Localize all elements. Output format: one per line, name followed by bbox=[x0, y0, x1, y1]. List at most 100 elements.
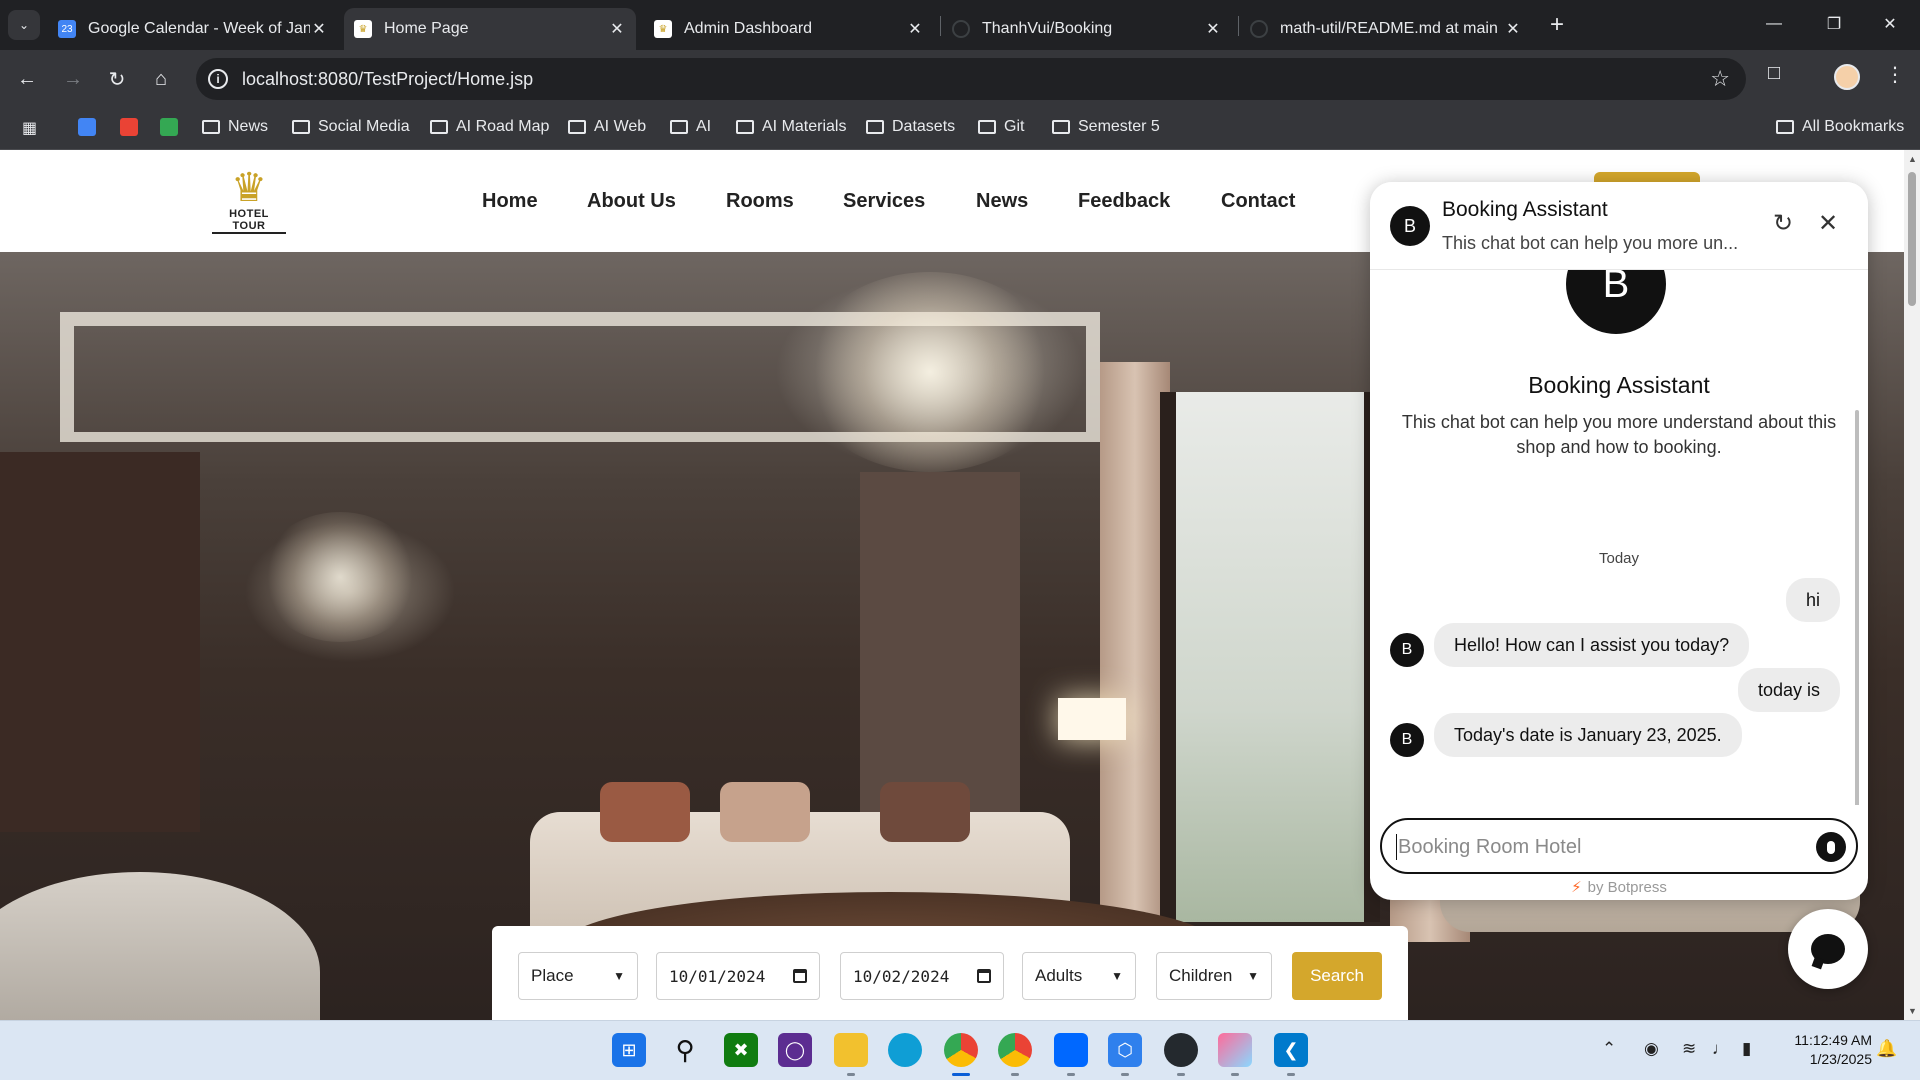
site-logo[interactable]: ♛ HOTEL TOUR bbox=[212, 168, 286, 234]
bookmark-label: AI bbox=[696, 118, 712, 135]
close-icon[interactable]: ✕ bbox=[608, 19, 626, 39]
system-clock[interactable]: 11:12:49 AM 1/23/2025 bbox=[1772, 1031, 1872, 1069]
home-button[interactable]: ⌂ bbox=[144, 62, 178, 96]
scroll-up-icon[interactable]: ▲ bbox=[1908, 154, 1917, 164]
cushion-illustration bbox=[600, 782, 690, 842]
bookmark-folder-datasets[interactable]: Datasets bbox=[866, 118, 955, 136]
tab-admin-dashboard[interactable]: ♛ Admin Dashboard ✕ bbox=[644, 8, 934, 50]
scroll-down-icon[interactable]: ▼ bbox=[1908, 1006, 1917, 1016]
refresh-icon[interactable]: ↻ bbox=[1768, 208, 1798, 238]
chat-scrollbar[interactable] bbox=[1855, 410, 1859, 805]
tab-search-button[interactable]: ⌄ bbox=[8, 10, 40, 40]
apps-grid-icon[interactable]: ▦ bbox=[22, 118, 37, 138]
bookmark-folder-semester-5[interactable]: Semester 5 bbox=[1052, 118, 1160, 136]
bookmark-folder-ai[interactable]: AI bbox=[670, 118, 711, 136]
restore-button[interactable]: ❐ bbox=[1804, 0, 1864, 48]
bookmark-folder-ai-materials[interactable]: AI Materials bbox=[736, 118, 846, 136]
volume-icon[interactable]: ♩ bbox=[1712, 1039, 1729, 1059]
chandelier-illustration bbox=[800, 272, 1060, 472]
profile-avatar[interactable] bbox=[1834, 64, 1860, 90]
microphone-tray-icon[interactable]: ◉ bbox=[1644, 1039, 1659, 1059]
children-select[interactable]: Children ▼ bbox=[1156, 952, 1272, 1000]
bot-avatar: B bbox=[1390, 633, 1424, 667]
chevron-up-icon[interactable]: ⌃ bbox=[1602, 1039, 1616, 1059]
search-icon[interactable]: ⚲ bbox=[668, 1033, 702, 1067]
chrome-icon[interactable] bbox=[944, 1033, 978, 1067]
close-icon[interactable]: ✕ bbox=[1813, 208, 1843, 238]
tab-home-page[interactable]: ♛ Home Page ✕ bbox=[344, 8, 636, 50]
nav-rooms[interactable]: Rooms bbox=[726, 190, 794, 213]
minimize-button[interactable]: — bbox=[1744, 0, 1804, 48]
new-tab-button[interactable]: + bbox=[1542, 10, 1572, 40]
bookmark-label: Git bbox=[1004, 118, 1025, 135]
file-explorer-icon[interactable] bbox=[834, 1033, 868, 1067]
tab-github-booking[interactable]: ThanhVui/Booking ✕ bbox=[942, 8, 1232, 50]
nav-contact[interactable]: Contact bbox=[1221, 190, 1295, 213]
windows-start-icon[interactable]: ⊞ bbox=[612, 1033, 646, 1067]
powered-by-botpress[interactable]: ⚡ by Botpress bbox=[1370, 878, 1868, 896]
chat-message-input[interactable]: Booking Room Hotel bbox=[1380, 818, 1858, 874]
zalo-icon[interactable] bbox=[1054, 1033, 1088, 1067]
forward-button[interactable]: → bbox=[56, 62, 90, 96]
bookmark-gmail[interactable] bbox=[120, 118, 138, 136]
bookmark-folder-ai-web[interactable]: AI Web bbox=[568, 118, 646, 136]
calendar-icon[interactable] bbox=[977, 969, 991, 983]
running-indicator bbox=[1231, 1073, 1239, 1076]
back-button[interactable]: ← bbox=[10, 62, 44, 96]
checkin-date-input[interactable]: 10/01/2024 bbox=[656, 952, 820, 1000]
chrome-profile-icon[interactable] bbox=[998, 1033, 1032, 1067]
nav-about-us[interactable]: About Us bbox=[587, 190, 676, 213]
close-icon[interactable]: ✕ bbox=[906, 19, 924, 39]
bookmark-folder-git[interactable]: Git bbox=[978, 118, 1024, 136]
wifi-icon[interactable]: ≋ bbox=[1682, 1039, 1696, 1059]
hex-app-icon[interactable]: ⬡ bbox=[1108, 1033, 1142, 1067]
menu-kebab-icon[interactable]: ⋮ bbox=[1885, 62, 1905, 87]
battery-icon[interactable]: ▮ bbox=[1742, 1039, 1751, 1059]
nav-feedback[interactable]: Feedback bbox=[1078, 190, 1170, 213]
bookmark-folder-social-media[interactable]: Social Media bbox=[292, 118, 410, 136]
user-message: hi bbox=[1785, 578, 1840, 622]
running-indicator bbox=[1287, 1073, 1295, 1076]
bookmark-folder-ai-road-map[interactable]: AI Road Map bbox=[430, 118, 549, 136]
close-icon[interactable]: ✕ bbox=[310, 19, 328, 39]
chat-toggle-button[interactable] bbox=[1788, 909, 1868, 989]
folder-icon bbox=[1052, 120, 1070, 134]
checkout-date-input[interactable]: 10/02/2024 bbox=[840, 952, 1004, 1000]
close-window-button[interactable]: ✕ bbox=[1860, 0, 1920, 48]
chat-header: B Booking Assistant This chat bot can he… bbox=[1370, 182, 1868, 270]
page-scrollbar[interactable]: ▲ ▼ bbox=[1904, 150, 1920, 1020]
tab-google-calendar[interactable]: 23 Google Calendar - Week of Jan ✕ bbox=[48, 8, 338, 50]
github-desktop-icon[interactable] bbox=[1164, 1033, 1198, 1067]
bookmark-star-icon[interactable]: ☆ bbox=[1710, 66, 1730, 92]
nav-services[interactable]: Services bbox=[843, 190, 925, 213]
bot-description: This chat bot can help you more understa… bbox=[1401, 412, 1837, 457]
tab-github-math-util[interactable]: math-util/README.md at main ✕ bbox=[1240, 8, 1532, 50]
scrollbar-thumb[interactable] bbox=[1908, 172, 1916, 306]
terminal-icon[interactable]: ◯ bbox=[778, 1033, 812, 1067]
close-icon[interactable]: ✕ bbox=[1204, 19, 1222, 39]
chat-header-subtitle: This chat bot can help you more un... bbox=[1442, 233, 1739, 253]
bookmark-drive[interactable] bbox=[160, 118, 178, 136]
logo-text: HOTEL TOUR bbox=[212, 208, 286, 234]
edge-icon[interactable] bbox=[888, 1033, 922, 1067]
close-icon[interactable]: ✕ bbox=[1504, 19, 1522, 39]
vscode-icon[interactable]: ❮ bbox=[1274, 1033, 1308, 1067]
notification-bell-icon[interactable]: 🔔 bbox=[1876, 1039, 1897, 1059]
search-button[interactable]: Search bbox=[1292, 952, 1382, 1000]
adults-select[interactable]: Adults ▼ bbox=[1022, 952, 1136, 1000]
place-select[interactable]: Place ▼ bbox=[518, 952, 638, 1000]
microphone-icon[interactable] bbox=[1816, 832, 1846, 862]
children-select-value: Children bbox=[1169, 966, 1233, 985]
site-info-icon[interactable]: i bbox=[208, 69, 228, 89]
bookmark-calendar[interactable] bbox=[78, 118, 96, 136]
bookmark-folder-news[interactable]: News bbox=[202, 118, 268, 136]
nav-news[interactable]: News bbox=[976, 190, 1028, 213]
nav-home[interactable]: Home bbox=[482, 190, 538, 213]
gem-app-icon[interactable] bbox=[1218, 1033, 1252, 1067]
calendar-icon[interactable] bbox=[793, 969, 807, 983]
extensions-icon[interactable]: □ bbox=[1768, 62, 1780, 85]
xbox-icon[interactable]: ✖ bbox=[724, 1033, 758, 1067]
reload-button[interactable]: ↻ bbox=[100, 62, 134, 96]
all-bookmarks-button[interactable]: All Bookmarks bbox=[1776, 118, 1904, 136]
address-bar[interactable]: i localhost:8080/TestProject/Home.jsp ☆ bbox=[196, 58, 1746, 100]
